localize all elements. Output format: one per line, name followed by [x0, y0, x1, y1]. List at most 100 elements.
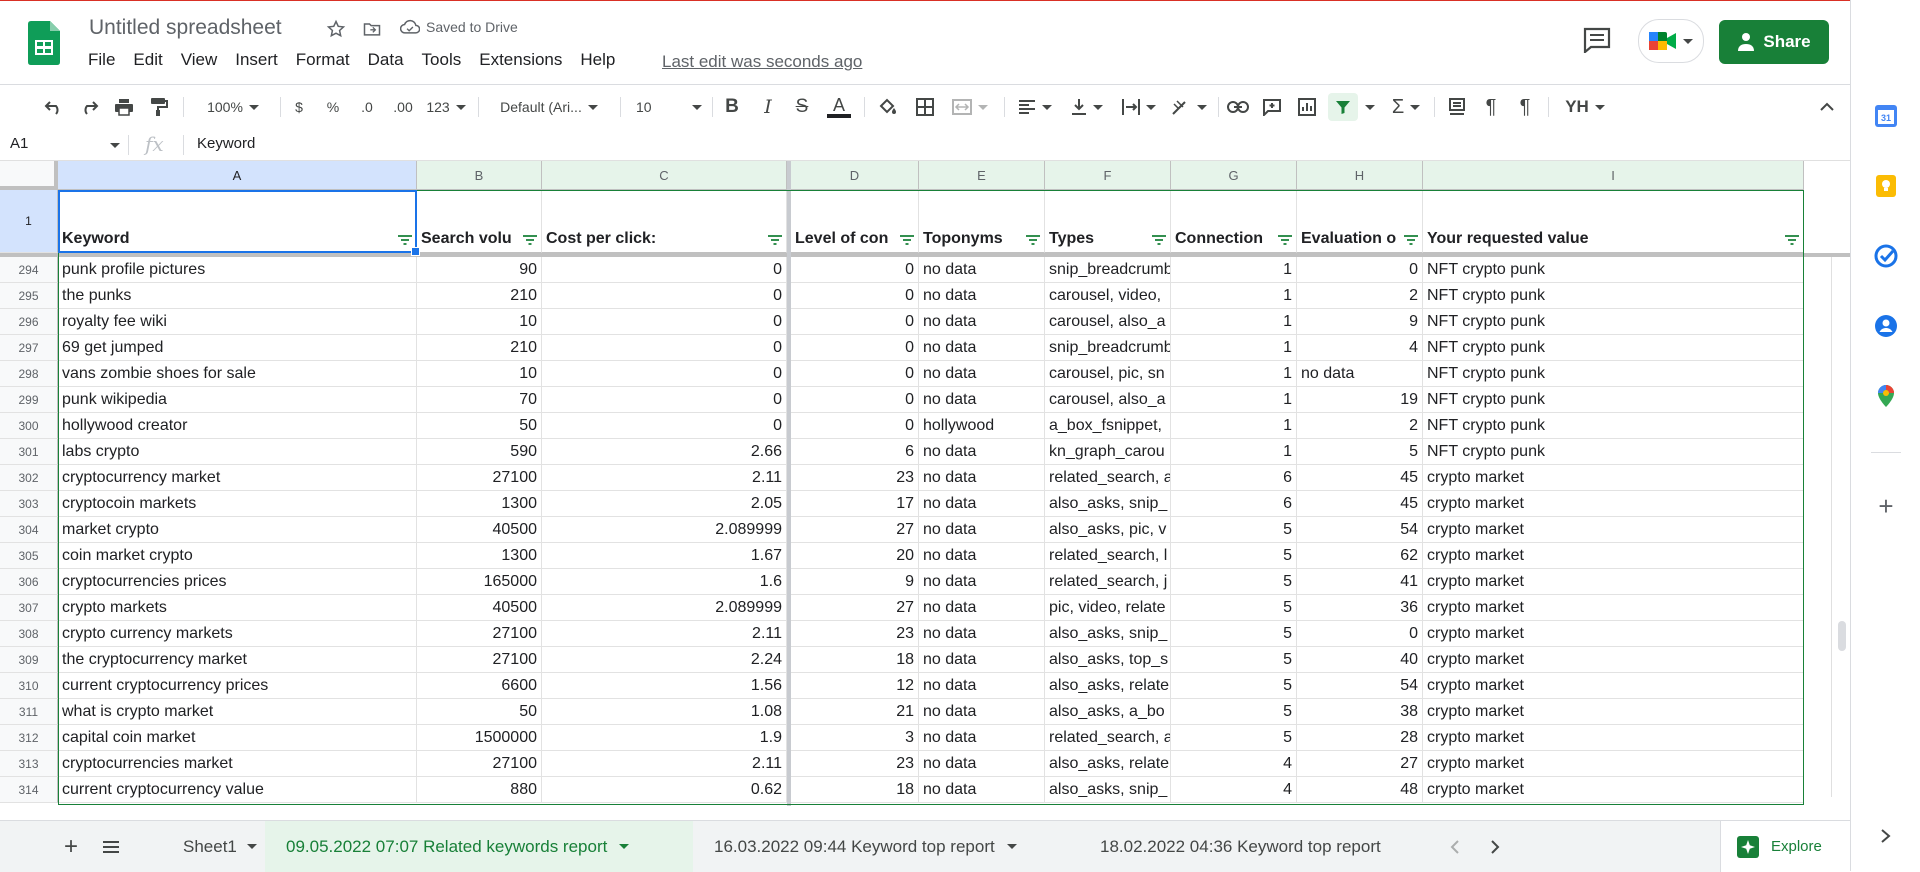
calendar-icon[interactable]: 31 — [1874, 104, 1898, 128]
row-header[interactable]: 305 — [0, 543, 58, 569]
table-cell[interactable]: crypto market — [1423, 543, 1804, 569]
table-cell[interactable]: capital coin market — [58, 725, 417, 751]
table-cell[interactable]: also_asks, relate — [1045, 751, 1171, 777]
table-cell[interactable]: NFT crypto punk — [1423, 439, 1804, 465]
table-cell[interactable]: 1 — [1171, 361, 1297, 387]
share-button[interactable]: Share — [1719, 20, 1829, 64]
menu-extensions[interactable]: Extensions — [470, 50, 571, 70]
redo-icon[interactable] — [75, 93, 103, 121]
table-cell[interactable]: 0 — [542, 361, 787, 387]
table-cell[interactable]: 1 — [1171, 309, 1297, 335]
column-header-e[interactable]: E — [919, 161, 1045, 190]
table-cell[interactable]: 2 — [1297, 413, 1423, 439]
table-cell[interactable]: 0 — [542, 257, 787, 283]
table-cell[interactable]: 23 — [791, 751, 919, 777]
filter-dropdown-icon[interactable] — [1026, 235, 1040, 245]
table-cell[interactable]: vans zombie shoes for sale — [58, 361, 417, 387]
row-header[interactable]: 302 — [0, 465, 58, 491]
table-cell[interactable]: also_asks, snip_ — [1045, 491, 1171, 517]
table-cell[interactable]: 1 — [1171, 335, 1297, 361]
table-cell[interactable]: 4 — [1171, 777, 1297, 803]
table-cell[interactable]: 2.24 — [542, 647, 787, 673]
ltr-text-icon[interactable]: ¶ — [1478, 93, 1504, 121]
table-cell[interactable]: 45 — [1297, 465, 1423, 491]
table-cell[interactable]: 590 — [417, 439, 542, 465]
table-cell[interactable]: 45 — [1297, 491, 1423, 517]
print-icon[interactable] — [110, 93, 138, 121]
table-cell[interactable]: 5 — [1297, 439, 1423, 465]
table-cell[interactable]: also_asks, snip_ — [1045, 777, 1171, 803]
sheet-tab-sheet1[interactable]: Sheet1 — [147, 821, 265, 872]
table-cell[interactable]: 6 — [1171, 491, 1297, 517]
table-cell[interactable]: 69 get jumped — [58, 335, 417, 361]
table-cell[interactable]: crypto market — [1423, 777, 1804, 803]
table-cell[interactable]: 1 — [1171, 257, 1297, 283]
table-cell[interactable]: crypto market — [1423, 699, 1804, 725]
table-cell[interactable]: no data — [919, 361, 1045, 387]
table-cell[interactable]: 9 — [1297, 309, 1423, 335]
decrease-decimal-button[interactable]: .0 — [354, 93, 380, 121]
input-tools-icon[interactable] — [1444, 93, 1470, 121]
undo-icon[interactable] — [40, 93, 68, 121]
table-cell[interactable]: 36 — [1297, 595, 1423, 621]
filter-dropdown-icon[interactable] — [1278, 235, 1292, 245]
table-cell[interactable]: crypto market — [1423, 595, 1804, 621]
table-cell[interactable]: 3 — [791, 725, 919, 751]
table-cell[interactable]: labs crypto — [58, 439, 417, 465]
table-cell[interactable]: crypto market — [1423, 673, 1804, 699]
table-cell[interactable]: 90 — [417, 257, 542, 283]
table-cell[interactable]: cryptocurrencies market — [58, 751, 417, 777]
table-cell[interactable]: 27 — [1297, 751, 1423, 777]
table-cell[interactable]: 1.08 — [542, 699, 787, 725]
filter-dropdown-icon[interactable] — [768, 235, 782, 245]
row-header[interactable]: 294 — [0, 257, 58, 283]
sheets-logo-icon[interactable] — [28, 21, 60, 65]
column-header-a[interactable]: A — [58, 161, 417, 190]
table-cell[interactable]: snip_breadcrumb — [1045, 335, 1171, 361]
table-cell[interactable]: NFT crypto punk — [1423, 283, 1804, 309]
table-cell[interactable]: related_search, a — [1045, 465, 1171, 491]
row-header[interactable]: 304 — [0, 517, 58, 543]
table-cell[interactable]: 5 — [1171, 543, 1297, 569]
table-cell[interactable]: royalty fee wiki — [58, 309, 417, 335]
table-cell[interactable]: 1.9 — [542, 725, 787, 751]
table-cell[interactable]: 5 — [1171, 621, 1297, 647]
column-header-i[interactable]: I — [1423, 161, 1804, 190]
row-header[interactable]: 308 — [0, 621, 58, 647]
column-header-d[interactable]: D — [791, 161, 919, 190]
borders-icon[interactable] — [911, 93, 939, 121]
table-cell[interactable]: 40 — [1297, 647, 1423, 673]
table-cell[interactable]: NFT crypto punk — [1423, 309, 1804, 335]
menu-view[interactable]: View — [172, 50, 227, 70]
sheet-tab-keyword-top-0316[interactable]: 16.03.2022 09:44 Keyword top report — [693, 821, 1079, 872]
table-cell[interactable]: 0 — [791, 335, 919, 361]
filter-dropdown-icon[interactable] — [900, 235, 914, 245]
table-cell[interactable]: 4 — [1171, 751, 1297, 777]
insert-comment-icon[interactable] — [1258, 93, 1286, 121]
select-all-corner[interactable] — [0, 161, 58, 190]
table-cell[interactable]: related_search, j — [1045, 569, 1171, 595]
header-cell-b[interactable]: Search volu — [417, 190, 542, 253]
filter-views-chevron-icon[interactable] — [1362, 93, 1378, 121]
table-cell[interactable]: crypto market — [1423, 491, 1804, 517]
table-cell[interactable]: 2.05 — [542, 491, 787, 517]
table-cell[interactable]: a_box_fsnippet, — [1045, 413, 1171, 439]
table-cell[interactable]: cryptocurrencies prices — [58, 569, 417, 595]
vertical-scrollbar-thumb[interactable] — [1838, 621, 1846, 651]
vertical-scrollbar[interactable] — [1831, 257, 1850, 797]
percent-format-button[interactable]: % — [322, 93, 344, 121]
table-cell[interactable]: no data — [919, 283, 1045, 309]
sheet-tab-keyword-top-0218[interactable]: 18.02.2022 04:36 Keyword top report — [1079, 821, 1435, 872]
table-cell[interactable]: no data — [919, 517, 1045, 543]
table-cell[interactable]: 0 — [542, 387, 787, 413]
contacts-icon[interactable] — [1874, 314, 1898, 338]
collapse-menus-icon[interactable] — [1816, 93, 1838, 121]
italic-icon[interactable]: I — [756, 93, 780, 121]
row-header[interactable]: 313 — [0, 751, 58, 777]
table-cell[interactable]: 28 — [1297, 725, 1423, 751]
menu-format[interactable]: Format — [287, 50, 359, 70]
filter-dropdown-icon[interactable] — [1785, 235, 1799, 245]
vertical-align-icon[interactable] — [1066, 93, 1108, 121]
table-cell[interactable]: no data — [919, 595, 1045, 621]
table-cell[interactable]: 23 — [791, 465, 919, 491]
